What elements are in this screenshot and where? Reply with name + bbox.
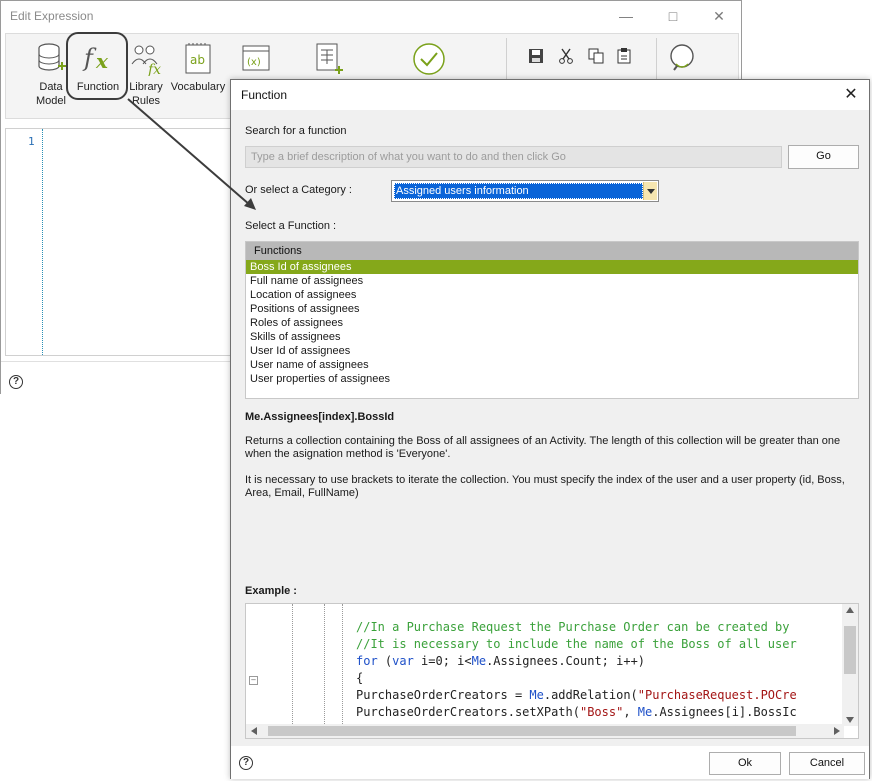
- parameter-icon: (x): [242, 45, 270, 71]
- ribbon-label: Vocabulary: [170, 81, 226, 93]
- scroll-left-icon[interactable]: [251, 727, 257, 735]
- collapse-icon[interactable]: –: [249, 676, 258, 685]
- dialog-title: Function: [241, 88, 288, 102]
- code-line-1: //In a Purchase Request the Purchase Ord…: [356, 620, 790, 634]
- search-icon[interactable]: [666, 42, 700, 76]
- function-item-location[interactable]: Location of assignees: [246, 288, 858, 302]
- function-callout-highlight: [66, 32, 128, 100]
- category-selected-value: Assigned users information: [394, 183, 643, 199]
- category-label: Or select a Category :: [245, 184, 352, 196]
- ribbon-label: Data Model: [36, 81, 66, 107]
- category-select[interactable]: Assigned users information: [391, 180, 659, 202]
- code-line-6: PurchaseOrderCreators.setXPath("Boss", M…: [356, 705, 797, 719]
- gutter-line: [42, 129, 43, 355]
- select-function-label: Select a Function :: [245, 220, 337, 232]
- search-label: Search for a function: [245, 125, 347, 137]
- horizontal-scroll-thumb[interactable]: [268, 726, 796, 736]
- vertical-scroll-thumb[interactable]: [844, 626, 856, 674]
- copy-icon[interactable]: [588, 48, 604, 64]
- help-icon[interactable]: ?: [239, 756, 253, 770]
- cancel-button[interactable]: Cancel: [789, 752, 865, 775]
- line-number: 1: [28, 135, 35, 148]
- close-icon[interactable]: ✕: [709, 6, 729, 26]
- edit-expression-titlebar: Edit Expression — □ ✕: [1, 1, 741, 31]
- svg-text:ab: ab: [190, 53, 205, 67]
- go-button[interactable]: Go: [788, 145, 859, 169]
- function-item-full-name[interactable]: Full name of assignees: [246, 274, 858, 288]
- function-dialog: Function ✕ Search for a function Type a …: [230, 79, 870, 779]
- library-rules-icon: fx: [131, 45, 161, 76]
- library-rules-button[interactable]: fx Library Rules: [124, 42, 168, 108]
- code-indent-guide: [324, 604, 325, 726]
- save-icon[interactable]: [528, 48, 544, 64]
- code-line-2: //It is necessary to include the name of…: [356, 637, 797, 651]
- svg-text:fx: fx: [147, 62, 161, 76]
- functions-list: Functions Boss Id of assignees Full name…: [245, 241, 859, 399]
- function-item-roles[interactable]: Roles of assignees: [246, 316, 858, 330]
- function-signature: Me.Assignees[index].BossId: [245, 411, 395, 423]
- function-dialog-titlebar: Function ✕: [231, 80, 869, 110]
- function-item-skills[interactable]: Skills of assignees: [246, 330, 858, 344]
- parameter-button[interactable]: (x): [238, 42, 274, 80]
- code-line-4: {: [356, 671, 364, 685]
- vertical-scrollbar[interactable]: [842, 604, 858, 726]
- svg-text:(x): (x): [247, 57, 261, 68]
- scroll-down-icon[interactable]: [846, 717, 854, 723]
- chevron-down-icon[interactable]: [643, 182, 657, 200]
- search-input[interactable]: Type a brief description of what you wan…: [245, 146, 782, 168]
- function-item-positions[interactable]: Positions of assignees: [246, 302, 858, 316]
- ok-button[interactable]: Ok: [709, 752, 781, 775]
- function-usage-note: It is necessary to use brackets to itera…: [245, 474, 845, 499]
- functions-list-header: Functions: [246, 242, 858, 260]
- scroll-up-icon[interactable]: [846, 607, 854, 613]
- code-line-5: PurchaseOrderCreators = Me.addRelation("…: [356, 688, 797, 702]
- help-icon[interactable]: ?: [9, 375, 23, 389]
- function-item-user-properties[interactable]: User properties of assignees: [246, 372, 858, 386]
- example-label: Example :: [245, 585, 297, 597]
- function-item-user-id[interactable]: User Id of assignees: [246, 344, 858, 358]
- scroll-right-icon[interactable]: [834, 727, 840, 735]
- horizontal-scrollbar[interactable]: [246, 724, 844, 738]
- table-add-icon: [316, 43, 343, 74]
- function-item-user-name[interactable]: User name of assignees: [246, 358, 858, 372]
- database-icon: [38, 43, 66, 71]
- code-line-3: for (var i=0; i<Me.Assignees.Count; i++): [356, 654, 646, 668]
- function-dialog-footer: ? Ok Cancel: [231, 746, 869, 779]
- code-indent-guide: [342, 604, 343, 726]
- close-icon[interactable]: ✕: [841, 85, 861, 105]
- code-indent-guide: [292, 604, 293, 726]
- ribbon-label: Library Rules: [129, 81, 163, 107]
- window-title: Edit Expression: [10, 9, 94, 23]
- table-button[interactable]: [311, 42, 347, 80]
- function-dialog-body: Search for a function Type a brief descr…: [231, 110, 869, 746]
- maximize-icon[interactable]: □: [663, 6, 683, 26]
- validate-button[interactable]: [409, 42, 449, 80]
- function-item-boss-id[interactable]: Boss Id of assignees: [246, 260, 858, 274]
- vocabulary-icon: ab: [185, 43, 211, 74]
- cut-icon[interactable]: [558, 48, 574, 64]
- paste-icon[interactable]: [616, 48, 632, 64]
- minimize-icon[interactable]: —: [616, 6, 636, 26]
- check-circle-icon: [413, 43, 445, 75]
- function-description: Returns a collection containing the Boss…: [245, 435, 841, 460]
- vocabulary-button[interactable]: ab Vocabulary: [168, 42, 228, 94]
- example-code-viewer[interactable]: – //In a Purchase Request the Purchase O…: [245, 603, 859, 739]
